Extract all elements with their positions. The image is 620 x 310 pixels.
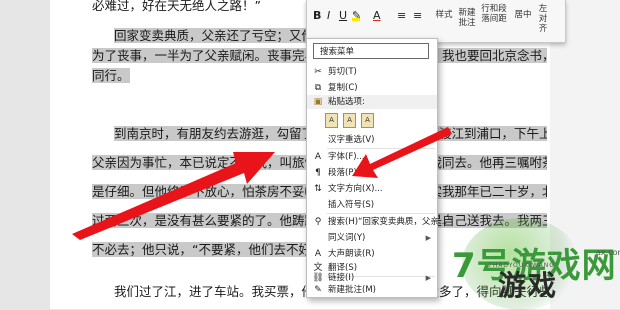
watermark-url: ax.com bbox=[596, 248, 620, 257]
watermark-line2: 游戏 bbox=[498, 269, 559, 302]
red-arrow-left-icon bbox=[72, 152, 275, 240]
red-arrow-right-icon bbox=[352, 127, 452, 178]
